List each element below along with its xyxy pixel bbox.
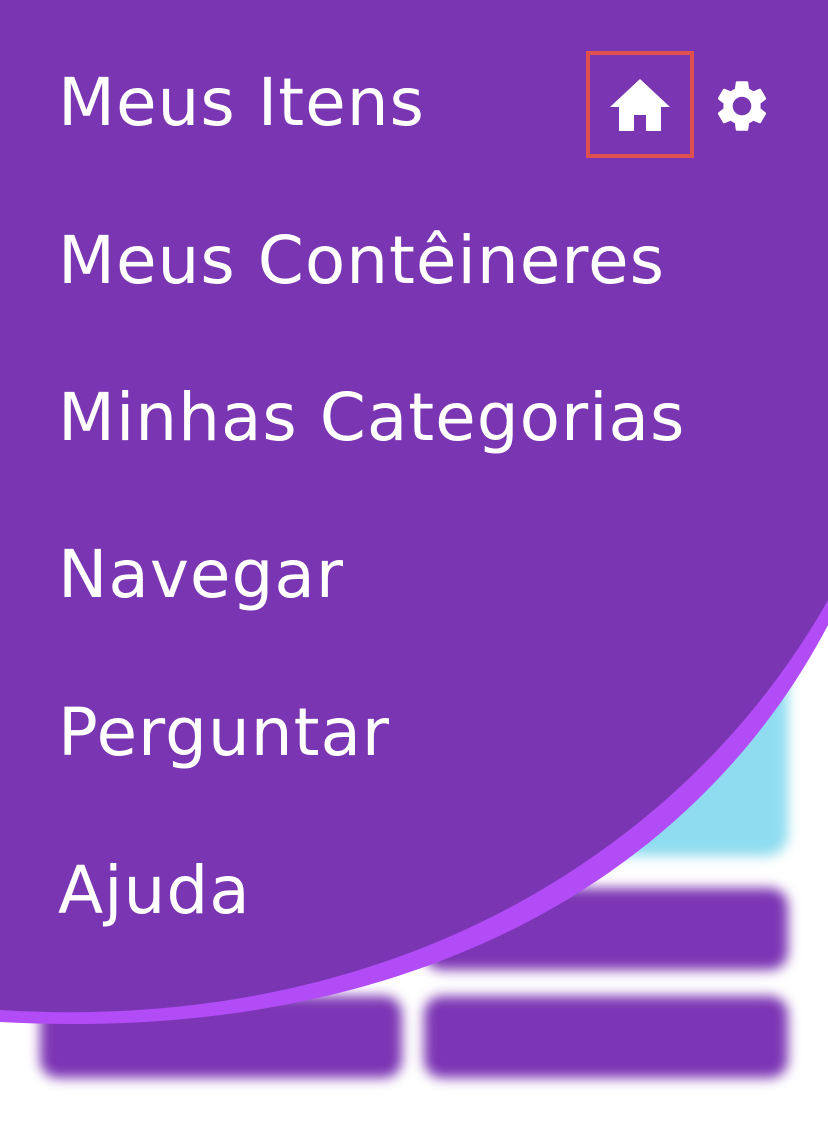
gear-icon: [717, 81, 767, 131]
menu-item-meus-conteineres[interactable]: Meus Contêineres: [58, 228, 665, 294]
home-button[interactable]: [586, 51, 694, 158]
menu-item-meus-itens[interactable]: Meus Itens: [58, 70, 425, 136]
menu-item-navegar[interactable]: Navegar: [58, 542, 344, 608]
screen: Meus Itens Meus Contêineres Minhas Categ…: [0, 0, 828, 1122]
menu-item-perguntar[interactable]: Perguntar: [58, 700, 390, 766]
settings-button[interactable]: [710, 74, 774, 138]
menu-item-minhas-categorias[interactable]: Minhas Categorias: [58, 385, 685, 451]
menu-item-ajuda[interactable]: Ajuda: [58, 858, 251, 924]
home-icon: [610, 78, 670, 131]
